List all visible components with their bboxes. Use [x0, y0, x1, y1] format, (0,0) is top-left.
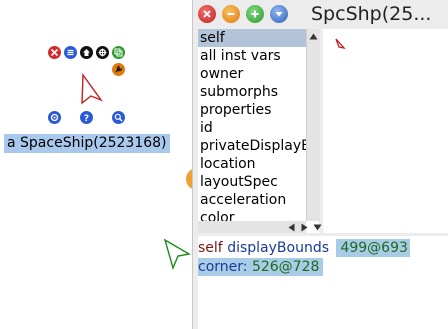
- halo-duplicate-icon[interactable]: [112, 46, 125, 59]
- code-result-highlight: corner: 526@728: [198, 258, 324, 276]
- field-list-item[interactable]: submorphs: [198, 83, 319, 101]
- scroll-right-icon[interactable]: [298, 221, 311, 233]
- spaceship-morph[interactable]: [78, 72, 104, 110]
- field-list-item[interactable]: layoutSpec: [198, 173, 319, 191]
- value-pane[interactable]: [323, 29, 448, 233]
- code-corner-selector: corner:: [198, 259, 248, 275]
- code-corner-result: 526@728: [251, 259, 320, 275]
- scroll-left-icon[interactable]: [285, 221, 298, 233]
- field-list-item[interactable]: all inst vars: [198, 47, 319, 65]
- halo-collapse-icon[interactable]: [80, 46, 93, 59]
- code-result: 499@693: [336, 239, 410, 257]
- field-list-item[interactable]: location: [198, 155, 319, 173]
- halo-help-icon[interactable]: ?: [80, 111, 93, 124]
- code-pane[interactable]: self displayBounds 499@693 corner: 526@7…: [198, 236, 448, 329]
- halo-close-icon[interactable]: [48, 46, 61, 59]
- code-receiver: self: [198, 240, 223, 256]
- window-menu-button[interactable]: [270, 5, 288, 23]
- field-list-vertical-scrollbar[interactable]: [306, 29, 320, 221]
- halo-debug-icon[interactable]: [112, 63, 125, 76]
- field-list-item[interactable]: owner: [198, 65, 319, 83]
- field-list-item[interactable]: privateDisplayB: [198, 137, 319, 155]
- scroll-up-icon[interactable]: [307, 30, 320, 42]
- expand-window-button[interactable]: [246, 5, 264, 23]
- field-list[interactable]: self all inst vars owner submorphs propertie…: [198, 29, 319, 233]
- close-window-button[interactable]: [198, 5, 216, 23]
- red-arrow-icon: [334, 35, 346, 54]
- halo-resize-icon[interactable]: [112, 111, 125, 124]
- halo-rotate-icon[interactable]: [48, 111, 61, 124]
- field-list-item[interactable]: properties: [198, 101, 319, 119]
- field-list-item[interactable]: self: [198, 29, 319, 47]
- field-list-item[interactable]: acceleration: [198, 191, 319, 209]
- code-line-2: corner: 526@728: [198, 258, 324, 276]
- field-list-item[interactable]: id: [198, 119, 319, 137]
- title-bar[interactable]: SpcShp(25...: [193, 0, 448, 28]
- code-line-1: self displayBounds 499@693: [198, 239, 410, 257]
- scroll-arrows: [285, 221, 324, 233]
- svg-text:?: ?: [84, 114, 89, 122]
- morph-name-label: a SpaceShip(2523168): [4, 134, 170, 153]
- halo-menu-icon[interactable]: [64, 46, 77, 59]
- cursor-arrow-icon: [163, 238, 191, 274]
- window-title: SpcShp(25...: [311, 3, 432, 25]
- inspector-window: SpcShp(25... self all inst vars owner submo…: [192, 0, 448, 329]
- code-selector: displayBounds: [227, 240, 329, 256]
- halo-pickup-icon[interactable]: [96, 46, 109, 59]
- minimize-window-button[interactable]: [222, 5, 240, 23]
